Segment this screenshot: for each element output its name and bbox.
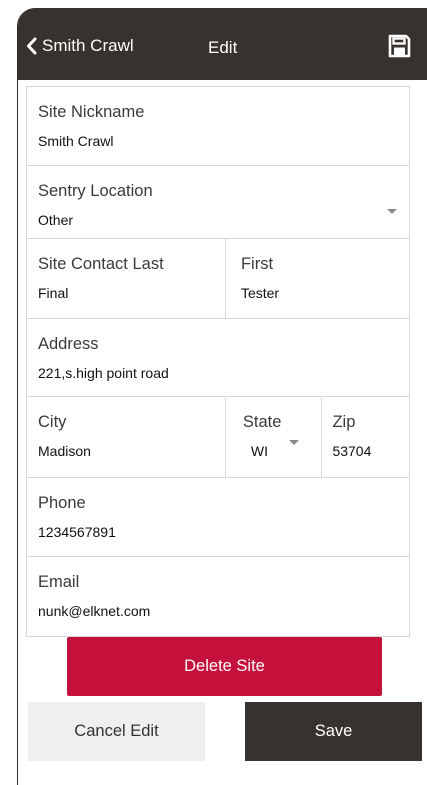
sentry-location-value: Other	[38, 212, 74, 228]
floppy-disk-icon[interactable]	[387, 34, 411, 58]
state-select[interactable]: State WI	[226, 397, 323, 477]
top-bar: Smith Crawl Edit	[18, 8, 427, 80]
zip-value: 53704	[332, 443, 372, 459]
email-label: Email	[38, 573, 80, 591]
site-nickname-row: Site Nickname Smith Crawl	[26, 86, 410, 166]
dropdown-caret-icon	[387, 209, 397, 214]
cancel-edit-button[interactable]: Cancel Edit	[28, 702, 205, 761]
contact-first-field[interactable]: First Tester	[226, 239, 409, 318]
phone-row: Phone 1234567891	[26, 478, 410, 557]
back-button-label: Smith Crawl	[42, 36, 134, 55]
state-label: State	[242, 413, 282, 431]
email-value: nunk@elknet.com	[38, 603, 151, 619]
site-contact-row: Site Contact Last Final First Tester	[26, 239, 410, 319]
site-nickname-field[interactable]: Site Nickname Smith Crawl	[27, 87, 409, 165]
zip-field[interactable]: Zip 53704	[322, 397, 409, 477]
page-title: Edit	[208, 38, 238, 57]
phone-field[interactable]: Phone 1234567891	[27, 478, 409, 556]
sentry-location-select[interactable]: Sentry Location Other	[27, 166, 409, 238]
email-row: Email nunk@elknet.com	[26, 557, 410, 637]
sentry-location-label: Sentry Location	[38, 182, 153, 200]
address-row: Address 221,s.high point road	[26, 319, 410, 397]
site-nickname-label: Site Nickname	[38, 103, 145, 121]
city-field[interactable]: City Madison	[27, 397, 226, 477]
contact-last-label: Site Contact Last	[38, 255, 164, 273]
address-value: 221,s.high point road	[38, 365, 169, 381]
city-state-zip-row: City Madison State WI Zip 53704	[26, 397, 410, 478]
dropdown-caret-icon	[288, 440, 299, 445]
address-field[interactable]: Address 221,s.high point road	[27, 319, 409, 396]
address-label: Address	[38, 335, 99, 353]
city-label: City	[38, 413, 67, 431]
app-frame: Smith Crawl Edit Site Nickname Smith Cra…	[17, 8, 427, 785]
zip-label: Zip	[332, 413, 356, 431]
city-value: Madison	[38, 443, 91, 459]
site-form: Site Nickname Smith Crawl Sentry Locatio…	[26, 86, 410, 637]
contact-last-field[interactable]: Site Contact Last Final	[27, 239, 226, 318]
chevron-left-icon	[27, 37, 37, 55]
contact-first-value: Tester	[240, 285, 280, 301]
delete-site-button[interactable]: Delete Site	[67, 637, 382, 696]
phone-value: 1234567891	[38, 524, 116, 540]
sentry-location-row: Sentry Location Other	[26, 166, 410, 239]
site-nickname-value: Smith Crawl	[38, 133, 114, 149]
contact-first-label: First	[240, 255, 274, 273]
state-value: WI	[250, 443, 269, 459]
contact-last-value: Final	[38, 285, 69, 301]
back-button[interactable]: Smith Crawl	[26, 36, 134, 56]
email-field[interactable]: Email nunk@elknet.com	[27, 557, 409, 636]
phone-label: Phone	[38, 494, 86, 512]
save-button[interactable]: Save	[245, 702, 422, 761]
